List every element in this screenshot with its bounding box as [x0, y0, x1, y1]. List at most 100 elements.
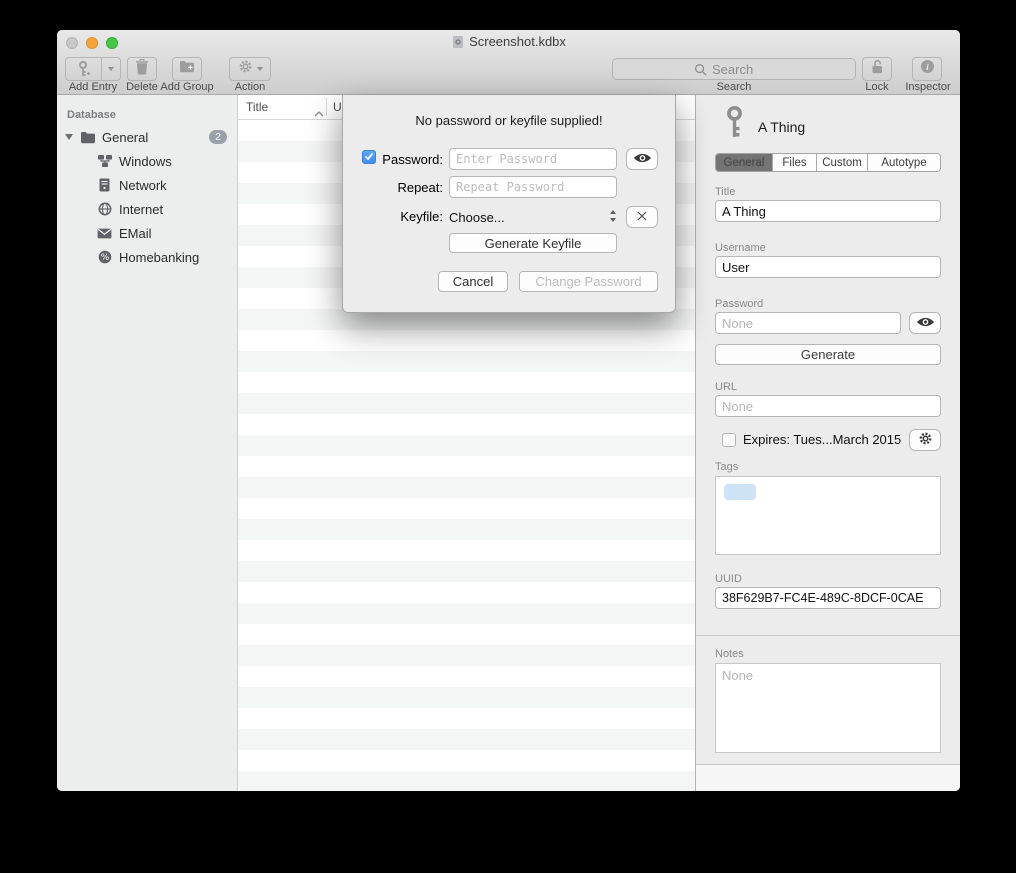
sidebar-item-email[interactable]: EMail [57, 221, 237, 245]
url-field-label: URL [715, 381, 737, 393]
inspector-button[interactable]: i [912, 57, 942, 81]
change-password-button[interactable]: Change Password [519, 271, 658, 292]
keyfile-popup[interactable]: Choose... [449, 206, 617, 228]
tags-box[interactable] [715, 476, 941, 555]
cancel-button[interactable]: Cancel [438, 271, 508, 292]
tags-field-label: Tags [715, 461, 738, 473]
uuid-input[interactable] [715, 587, 941, 609]
stepper-icon [609, 209, 617, 226]
tab-files[interactable]: Files [773, 154, 817, 171]
password-input[interactable] [715, 312, 901, 334]
title-input[interactable] [715, 200, 941, 222]
tag-pill[interactable] [724, 484, 756, 500]
close-x-icon [636, 210, 648, 225]
change-password-sheet: No password or keyfile supplied! Passwor… [342, 95, 676, 313]
tab-custom[interactable]: Custom [817, 154, 868, 171]
gear-icon [918, 431, 933, 449]
app-window: Screenshot.kdbx Add Entry Delete Add Gro… [57, 30, 960, 791]
add-entry-label: Add Entry [61, 81, 125, 93]
expires-checkbox[interactable] [722, 433, 736, 447]
server-icon [96, 178, 113, 192]
password-label: Password: [373, 152, 443, 167]
action-button[interactable] [229, 57, 271, 81]
title-field-label: Title [715, 186, 735, 198]
window-title: Screenshot.kdbx [469, 34, 566, 49]
inspector-footer [696, 764, 960, 791]
repeat-password-input[interactable] [449, 176, 617, 198]
sidebar-item-label: Homebanking [119, 250, 199, 265]
sidebar-item-network[interactable]: Network [57, 173, 237, 197]
sheet-message: No password or keyfile supplied! [343, 113, 675, 128]
inspector-panel: A Thing General Files Custom Autotype Ti… [695, 95, 960, 791]
username-input[interactable] [715, 256, 941, 278]
document-icon [451, 35, 465, 52]
generate-keyfile-button[interactable]: Generate Keyfile [449, 233, 617, 253]
search-icon [694, 63, 707, 76]
inspector-label: Inspector [900, 81, 956, 93]
search-label: Search [612, 81, 856, 93]
clear-keyfile-button[interactable] [626, 206, 658, 228]
count-badge: 2 [209, 130, 227, 144]
expires-label: Expires: Tues...March 2015 [743, 432, 901, 447]
expires-settings-button[interactable] [909, 429, 941, 451]
expires-row: Expires: Tues...March 2015 [715, 432, 901, 447]
sidebar-item-internet[interactable]: Internet [57, 197, 237, 221]
svg-text:%: % [100, 253, 109, 263]
section-divider [696, 635, 960, 636]
username-field-label: Username [715, 242, 766, 254]
chevron-down-icon[interactable] [102, 67, 120, 71]
column-header-username[interactable]: U [333, 100, 342, 114]
folder-icon [79, 131, 96, 144]
keyfile-popup-value: Choose... [449, 210, 505, 225]
sidebar: Database General 2 Windows Network [57, 95, 238, 791]
add-group-label: Add Group [157, 81, 217, 93]
search-field[interactable] [612, 58, 856, 80]
entry-title: A Thing [758, 119, 805, 135]
enter-password-input[interactable] [449, 148, 617, 170]
eye-icon [633, 152, 652, 167]
disclosure-triangle-icon[interactable] [65, 134, 73, 140]
percent-icon: % [96, 250, 113, 264]
globe-icon [96, 202, 113, 216]
sidebar-item-label: Network [119, 178, 167, 193]
reveal-password-button[interactable] [909, 312, 941, 334]
sidebar-item-label: General [102, 130, 148, 145]
lock-button[interactable] [862, 57, 892, 81]
network-computers-icon [96, 154, 113, 168]
reveal-sheet-password-button[interactable] [626, 148, 658, 170]
password-field-label: Password [715, 298, 763, 310]
delete-button[interactable] [127, 57, 157, 81]
url-input[interactable] [715, 395, 941, 417]
generate-password-button[interactable]: Generate [715, 344, 941, 365]
window-title-bar: Screenshot.kdbx [57, 34, 960, 52]
notes-textarea[interactable] [715, 663, 941, 753]
sidebar-section-header: Database [67, 109, 237, 121]
eye-icon [916, 316, 935, 331]
add-entry-button[interactable] [65, 57, 121, 81]
sidebar-item-homebanking[interactable]: % Homebanking [57, 245, 237, 269]
info-icon: i [920, 59, 935, 79]
sidebar-item-general[interactable]: General 2 [57, 125, 237, 149]
uuid-field-label: UUID [715, 573, 742, 585]
sort-ascending-icon [314, 104, 324, 122]
action-label: Action [221, 81, 279, 93]
key-icon [723, 106, 746, 145]
notes-field-label: Notes [715, 648, 744, 660]
sidebar-item-label: Internet [119, 202, 163, 217]
column-header-title[interactable]: Title [246, 100, 268, 114]
tab-autotype[interactable]: Autotype [868, 154, 940, 171]
sidebar-item-windows[interactable]: Windows [57, 149, 237, 173]
chevron-down-icon [257, 67, 263, 71]
trash-icon [135, 59, 149, 80]
repeat-label: Repeat: [373, 180, 443, 195]
add-group-button[interactable] [172, 57, 202, 81]
keyfile-label: Keyfile: [373, 209, 443, 224]
sidebar-item-label: EMail [119, 226, 152, 241]
search-input[interactable] [710, 61, 774, 78]
tab-general[interactable]: General [716, 154, 773, 171]
folder-plus-icon [179, 60, 195, 78]
key-plus-icon [66, 61, 101, 78]
column-divider[interactable] [326, 98, 327, 116]
envelope-icon [96, 228, 113, 239]
inspector-tabs: General Files Custom Autotype [715, 153, 941, 172]
